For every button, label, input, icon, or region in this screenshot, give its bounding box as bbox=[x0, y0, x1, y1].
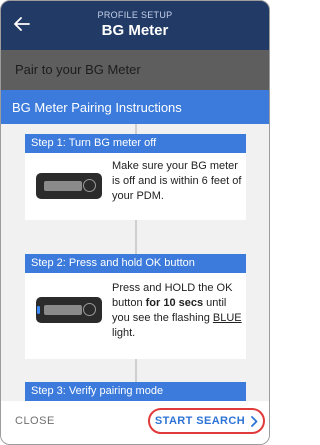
app-header: PROFILE SETUP BG Meter bbox=[1, 1, 269, 50]
step-text-2: Press and HOLD the OK button for 10 secs… bbox=[112, 282, 242, 339]
step-card-2: Step 2: Press and hold OK button Press a… bbox=[25, 254, 246, 359]
dialog-scroll-area[interactable]: Step 1: Turn BG meter off Make sure your… bbox=[1, 124, 269, 401]
step-text-2-underline: BLUE bbox=[212, 312, 242, 324]
header-subtitle: PROFILE SETUP bbox=[97, 10, 173, 20]
close-button[interactable]: CLOSE bbox=[15, 415, 55, 427]
bg-meter-blue-light-icon bbox=[36, 297, 102, 323]
pair-section-label: Pair to your BG Meter bbox=[15, 62, 141, 77]
page-title: BG Meter bbox=[101, 22, 169, 39]
pairing-instructions-dialog: BG Meter Pairing Instructions Step 1: Tu… bbox=[1, 90, 269, 444]
step-heading-2: Step 2: Press and hold OK button bbox=[25, 254, 246, 273]
step-card-3: Step 3: Verify pairing mode bbox=[25, 382, 246, 401]
start-search-button[interactable]: START SEARCH bbox=[148, 408, 265, 434]
bg-meter-off-icon bbox=[36, 173, 102, 199]
step-card-1: Step 1: Turn BG meter off Make sure your… bbox=[25, 134, 246, 220]
step-text-2-bold: for 10 secs bbox=[145, 297, 204, 309]
dialog-footer: CLOSE START SEARCH bbox=[1, 401, 269, 444]
step-heading-3: Step 3: Verify pairing mode bbox=[25, 382, 246, 401]
step-heading-1: Step 1: Turn BG meter off bbox=[25, 134, 246, 153]
blue-led-indicator bbox=[37, 306, 40, 314]
step-text-1: Make sure your BG meter is off and is wi… bbox=[112, 160, 242, 202]
start-search-label: START SEARCH bbox=[154, 415, 246, 427]
device-frame: PROFILE SETUP BG Meter Pair to your BG M… bbox=[0, 0, 270, 445]
pair-section-background: Pair to your BG Meter bbox=[1, 50, 269, 90]
chevron-right-icon bbox=[251, 415, 258, 427]
dialog-title: BG Meter Pairing Instructions bbox=[1, 90, 269, 124]
